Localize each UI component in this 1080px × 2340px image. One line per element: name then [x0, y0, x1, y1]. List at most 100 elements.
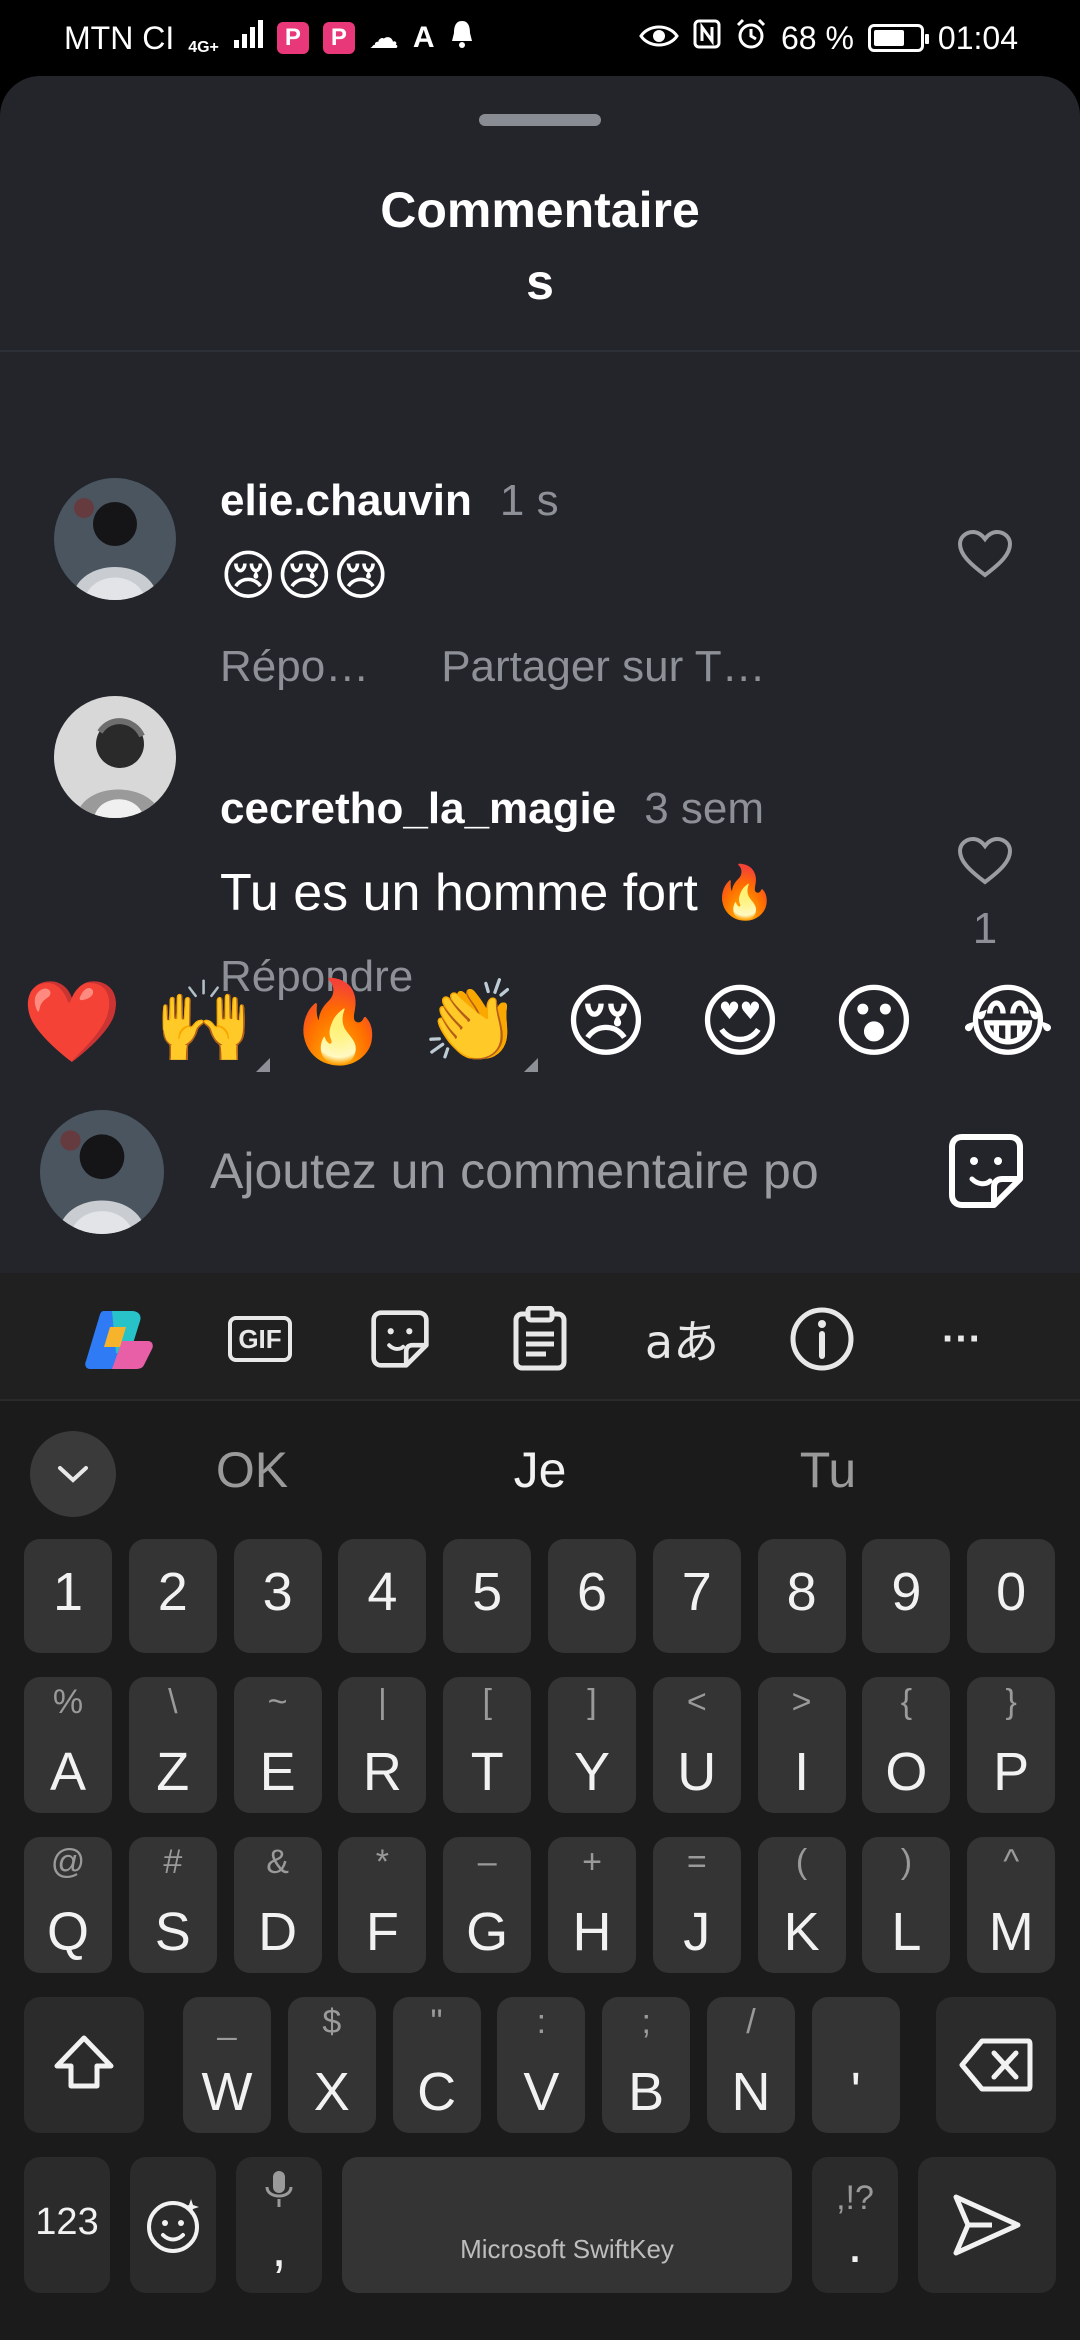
info-icon	[790, 1307, 854, 1371]
reaction-surprised[interactable]: 😮	[824, 972, 924, 1072]
variant-indicator	[256, 1058, 270, 1072]
key-label: ,	[271, 2218, 287, 2278]
suggestion-bar: OK Je Tu	[0, 1401, 1080, 1539]
reaction-raised-hands[interactable]: 🙌	[154, 972, 270, 1072]
avatar[interactable]	[54, 696, 176, 818]
suggestion-left[interactable]: OK	[132, 1441, 372, 1499]
emoji-key[interactable]	[130, 2157, 216, 2293]
key-0[interactable]: 0	[967, 1539, 1056, 1653]
key-z[interactable]: \ Z	[128, 1677, 217, 1813]
comment-time: 1 s	[499, 476, 559, 525]
key-n[interactable]: / N	[707, 1997, 795, 2133]
divider	[0, 350, 1080, 352]
shift-key[interactable]	[24, 1997, 144, 2133]
key-e[interactable]: ~ E	[233, 1677, 322, 1813]
key-f[interactable]: * F	[338, 1837, 427, 1973]
key-label: 6	[576, 1562, 608, 1622]
comment-username[interactable]: elie.chauvin 1 s	[220, 476, 559, 526]
chevron-down-icon	[58, 1466, 88, 1483]
key-secondary-label: :	[536, 2003, 547, 2041]
collapse-keyboard-button[interactable]	[30, 1431, 116, 1517]
key-apostrophe[interactable]: '	[811, 1997, 900, 2133]
key-b[interactable]: ; B	[602, 1997, 691, 2133]
key-secondary-label: ^	[1003, 1843, 1020, 1881]
sticker-keyboard-button[interactable]	[362, 1301, 438, 1377]
send-key[interactable]	[918, 2157, 1056, 2293]
comment-input[interactable]	[210, 1131, 910, 1211]
comment-text: 😢😢😢	[220, 546, 389, 606]
key-7[interactable]: 7	[652, 1539, 741, 1653]
key-label: Q	[46, 1902, 89, 1962]
reaction-fire[interactable]: 🔥	[288, 972, 388, 1072]
key-label: K	[783, 1902, 820, 1962]
reaction-heart[interactable]: ❤️	[22, 972, 122, 1072]
avatar[interactable]	[54, 478, 176, 600]
numbers-key[interactable]: 123	[24, 2157, 110, 2293]
key-r[interactable]: | R	[338, 1677, 427, 1813]
copilot-button[interactable]	[80, 1301, 156, 1377]
key-8[interactable]: 8	[757, 1539, 846, 1653]
comment-item: elie.chauvin 1 s 😢😢😢 Répo… Partager sur T…	[0, 366, 1080, 696]
sticker-button[interactable]	[946, 1131, 1026, 1211]
gif-button[interactable]: GIF	[222, 1301, 298, 1377]
more-button[interactable]: ···	[924, 1301, 1000, 1377]
reaction-laugh[interactable]: 😂	[958, 972, 1058, 1072]
key-i[interactable]: > I	[757, 1677, 846, 1813]
share-button[interactable]: Partager sur T…	[441, 642, 765, 692]
like-button[interactable]	[952, 828, 1018, 894]
key-label: I	[794, 1742, 810, 1802]
key-g[interactable]: – G	[443, 1837, 532, 1973]
key-x[interactable]: $ X	[287, 1997, 376, 2133]
key-s[interactable]: # S	[128, 1837, 217, 1973]
key-label: W	[201, 2062, 253, 2122]
alarm-icon	[735, 18, 767, 58]
key-w[interactable]: _ W	[183, 1997, 271, 2133]
key-6[interactable]: 6	[548, 1539, 636, 1653]
drag-handle[interactable]	[479, 114, 601, 126]
key-j[interactable]: = J	[652, 1837, 741, 1973]
reaction-clap[interactable]: 👏	[422, 972, 538, 1072]
key-y[interactable]: ] Y	[548, 1677, 636, 1813]
reaction-cry[interactable]: 😢	[556, 972, 656, 1072]
key-secondary-label: ;	[641, 2003, 651, 2041]
key-q[interactable]: @ Q	[24, 1837, 112, 1973]
key-o[interactable]: {O	[862, 1677, 951, 1813]
key-l[interactable]: ) L	[862, 1837, 951, 1973]
key-5[interactable]: 5	[443, 1539, 532, 1653]
backspace-key[interactable]	[936, 1997, 1056, 2133]
period-key[interactable]: ,!?.	[812, 2157, 898, 2293]
carrier-label: MTN CI	[64, 19, 175, 56]
comma-key[interactable]: ,	[236, 2157, 322, 2293]
key-1[interactable]: 1	[24, 1539, 112, 1653]
reaction-heart-eyes[interactable]: 😍	[690, 972, 790, 1072]
key-u[interactable]: < U	[652, 1677, 741, 1813]
like-button[interactable]	[952, 521, 1018, 587]
key-a[interactable]: % A	[24, 1677, 112, 1813]
heart-icon	[957, 836, 1013, 885]
send-icon	[953, 2194, 1021, 2256]
key-d[interactable]: & D	[233, 1837, 322, 1973]
key-p[interactable]: } P	[967, 1677, 1056, 1813]
space-key[interactable]: Microsoft SwiftKey	[342, 2157, 792, 2293]
comment-username[interactable]: cecretho_la_magie 3 sem	[220, 784, 764, 834]
key-2[interactable]: 2	[128, 1539, 217, 1653]
key-3[interactable]: 3	[233, 1539, 322, 1653]
key-9[interactable]: 9	[862, 1539, 951, 1653]
suggestion-right[interactable]: Tu	[708, 1441, 948, 1499]
key-k[interactable]: (K	[757, 1837, 846, 1973]
key-label: S	[154, 1902, 191, 1962]
key-h[interactable]: + H	[548, 1837, 636, 1973]
key-t[interactable]: [T	[443, 1677, 532, 1813]
key-4[interactable]: 4	[338, 1539, 427, 1653]
clipboard-button[interactable]	[502, 1301, 578, 1377]
key-m[interactable]: ^ M	[967, 1837, 1056, 1973]
comment-username-text[interactable]: elie.chauvin	[220, 476, 472, 525]
translate-button[interactable]: aあ	[644, 1301, 720, 1377]
key-c[interactable]: " C	[392, 1997, 481, 2133]
info-button[interactable]	[784, 1301, 860, 1377]
key-v[interactable]: :V	[497, 1997, 586, 2133]
comment-username-text[interactable]: cecretho_la_magie	[220, 784, 616, 833]
suggestion-center[interactable]: Je	[420, 1441, 660, 1499]
key-secondary-label: *	[375, 1843, 389, 1881]
reply-button[interactable]: Répo…	[220, 642, 369, 692]
